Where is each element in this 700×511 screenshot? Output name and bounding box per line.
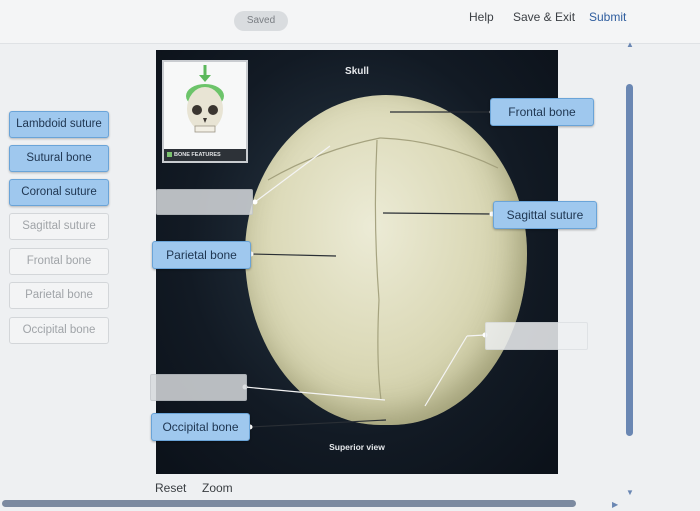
drop-slot-1[interactable] bbox=[156, 189, 253, 215]
reset-button[interactable]: Reset bbox=[155, 481, 186, 495]
placed-label-frontal-bone[interactable]: Frontal bone bbox=[490, 98, 594, 126]
leader-sagittal bbox=[382, 212, 493, 215]
leader-slot-1 bbox=[254, 145, 331, 203]
scroll-up-arrow-icon[interactable]: ▲ bbox=[626, 40, 634, 49]
sagittal-suture-line bbox=[374, 139, 382, 401]
scroll-right-arrow-icon[interactable]: ▶ bbox=[612, 500, 618, 509]
leader-slot-3 bbox=[244, 386, 386, 401]
leader-slot-2a bbox=[466, 334, 486, 337]
zoom-button[interactable]: Zoom bbox=[202, 481, 233, 495]
drop-slot-3[interactable] bbox=[150, 374, 247, 401]
vertical-scrollbar[interactable] bbox=[626, 84, 633, 436]
coronal-suture-line bbox=[267, 137, 499, 181]
leader-slot-2b bbox=[424, 335, 468, 407]
leader-parietal bbox=[250, 253, 337, 257]
scroll-down-arrow-icon[interactable]: ▼ bbox=[626, 488, 634, 497]
horizontal-scrollbar[interactable] bbox=[2, 500, 576, 507]
drop-slot-2[interactable] bbox=[485, 322, 588, 350]
leader-occipital bbox=[249, 419, 387, 428]
placed-label-parietal-bone[interactable]: Parietal bone bbox=[152, 241, 251, 269]
placed-label-sagittal-suture[interactable]: Sagittal suture bbox=[493, 201, 597, 229]
leader-lines bbox=[242, 109, 499, 430]
placed-label-occipital-bone[interactable]: Occipital bone bbox=[151, 413, 250, 441]
